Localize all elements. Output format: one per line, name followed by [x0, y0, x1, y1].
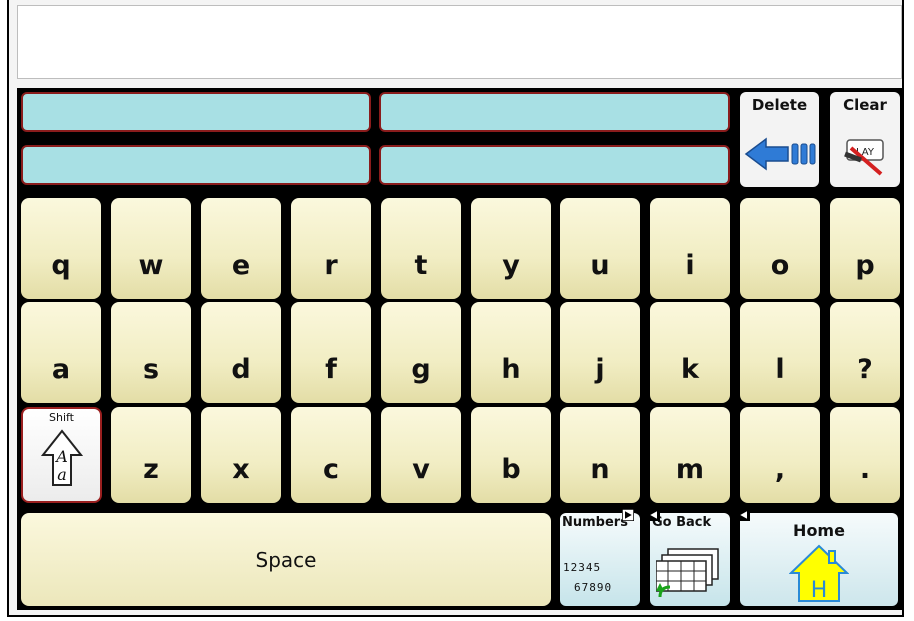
- numbers-line-2: 67890: [574, 581, 613, 594]
- back-arrow-icon: [744, 137, 816, 171]
- delete-button[interactable]: Delete: [740, 92, 819, 187]
- home-label: Home: [793, 521, 845, 540]
- message-window[interactable]: [17, 5, 902, 79]
- prediction-slot-4[interactable]: [379, 145, 730, 185]
- clear-label: Clear: [843, 96, 887, 114]
- numbers-line-1: 12345: [563, 561, 602, 574]
- key-e[interactable]: e: [201, 198, 281, 299]
- space-button[interactable]: Space: [21, 513, 551, 606]
- key-period[interactable]: .: [830, 407, 900, 503]
- key-p[interactable]: p: [830, 198, 900, 299]
- numbers-label: Numbers: [562, 515, 628, 530]
- key-h[interactable]: h: [471, 302, 551, 403]
- key-q[interactable]: q: [21, 198, 101, 299]
- key-b[interactable]: b: [471, 407, 551, 503]
- key-l[interactable]: l: [740, 302, 820, 403]
- key-j[interactable]: j: [560, 302, 640, 403]
- clear-play-icon: LAY: [844, 139, 884, 176]
- clear-button[interactable]: Clear LAY: [830, 92, 900, 187]
- key-z[interactable]: z: [111, 407, 191, 503]
- link-triangle-icon: [622, 509, 634, 521]
- space-label: Space: [255, 547, 317, 572]
- keyboard-grid-icon: [656, 548, 719, 598]
- key-question-mark[interactable]: ?: [830, 302, 900, 403]
- key-v[interactable]: v: [381, 407, 461, 503]
- prediction-slot-2[interactable]: [379, 92, 730, 132]
- key-r[interactable]: r: [291, 198, 371, 299]
- shift-label: Shift: [48, 411, 74, 424]
- key-w[interactable]: w: [111, 198, 191, 299]
- key-y[interactable]: y: [471, 198, 551, 299]
- key-n[interactable]: n: [560, 407, 640, 503]
- key-s[interactable]: s: [111, 302, 191, 403]
- key-i[interactable]: i: [650, 198, 730, 299]
- prediction-slot-1[interactable]: [21, 92, 371, 132]
- key-k[interactable]: k: [650, 302, 730, 403]
- shift-button[interactable]: Shift A a: [21, 407, 102, 503]
- home-button[interactable]: Home H: [738, 509, 898, 606]
- numbers-button[interactable]: Numbers 12345 67890: [560, 509, 640, 606]
- go-back-label: Go Back: [652, 515, 712, 530]
- key-c[interactable]: c: [291, 407, 371, 503]
- key-f[interactable]: f: [291, 302, 371, 403]
- key-m[interactable]: m: [650, 407, 730, 503]
- svg-text:a: a: [57, 465, 67, 484]
- key-x[interactable]: x: [201, 407, 281, 503]
- key-g[interactable]: g: [381, 302, 461, 403]
- key-comma[interactable]: ,: [740, 407, 820, 503]
- house-icon: H: [789, 544, 849, 603]
- keyboard-grid: Delete Clear LAY q w e r t y u i o p a s…: [17, 88, 902, 610]
- back-triangle-icon: [648, 509, 660, 521]
- key-u[interactable]: u: [560, 198, 640, 299]
- key-t[interactable]: t: [381, 198, 461, 299]
- key-a[interactable]: a: [21, 302, 101, 403]
- key-d[interactable]: d: [201, 302, 281, 403]
- shift-arrow-icon: A a: [41, 429, 83, 486]
- delete-label: Delete: [751, 96, 808, 114]
- svg-text:H: H: [811, 578, 828, 603]
- prediction-slot-3[interactable]: [21, 145, 371, 185]
- svg-text:A: A: [54, 447, 68, 466]
- go-back-button[interactable]: Go Back: [648, 509, 730, 606]
- back-triangle-icon: [738, 509, 750, 521]
- key-o[interactable]: o: [740, 198, 820, 299]
